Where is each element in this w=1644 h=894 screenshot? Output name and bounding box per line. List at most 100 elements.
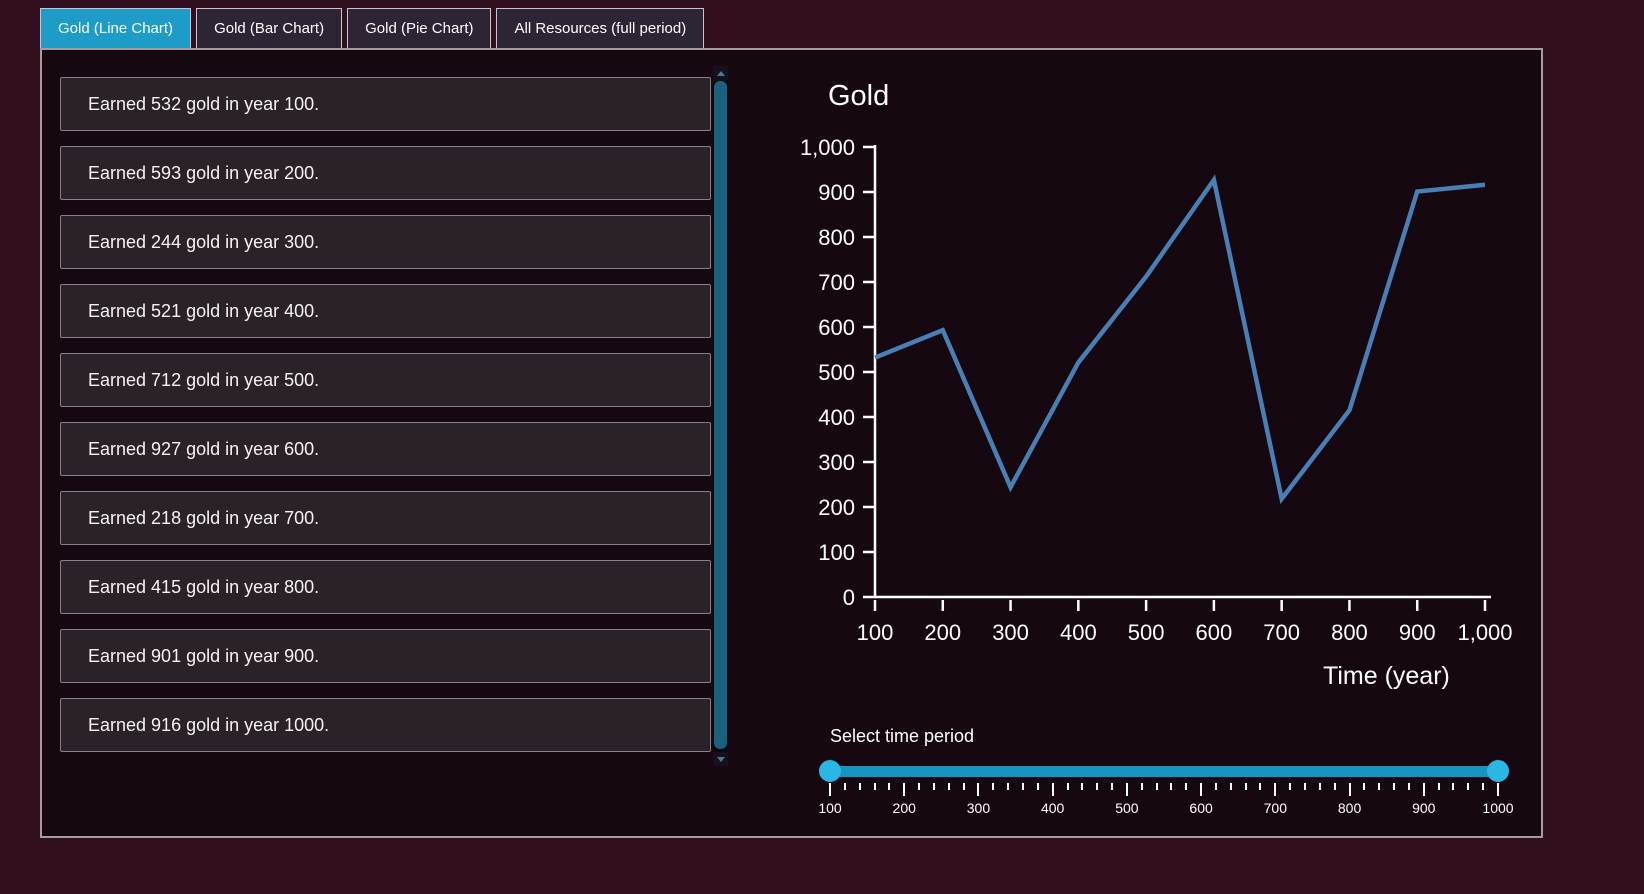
ruler-tick (1259, 783, 1261, 790)
tab-gold-bar-chart[interactable]: Gold (Bar Chart) (196, 8, 342, 48)
tab-all-resources[interactable]: All Resources (full period) (496, 8, 704, 48)
event-log-list: Earned 532 gold in year 100. Earned 593 g… (60, 77, 711, 767)
ruler-tick (1289, 783, 1291, 790)
ruler-tick-label: 200 (893, 800, 916, 816)
ruler-tick (1156, 783, 1158, 790)
x-tick-label: 500 (1128, 620, 1165, 645)
y-tick-label: 200 (818, 495, 855, 520)
y-tick-label: 100 (818, 540, 855, 565)
x-tick-label: 200 (924, 620, 961, 645)
line-chart: 01002003004005006007008009001,0001002003… (742, 90, 1532, 670)
ruler-tick (1007, 783, 1009, 790)
chart-axes (875, 145, 1491, 597)
ruler-tick (829, 783, 831, 796)
ruler-tick-label: 400 (1041, 800, 1064, 816)
ruler-tick (963, 783, 965, 790)
y-tick-label: 400 (818, 405, 855, 430)
x-tick-label: 300 (992, 620, 1029, 645)
ruler-tick-label: 300 (967, 800, 990, 816)
x-tick-label: 700 (1263, 620, 1300, 645)
ruler-tick-label: 700 (1264, 800, 1287, 816)
ruler-tick (1482, 783, 1484, 790)
ruler-tick (1245, 783, 1247, 790)
log-entry: Earned 244 gold in year 300. (60, 215, 711, 269)
ruler-tick (1334, 783, 1336, 790)
ruler-tick (1467, 783, 1469, 790)
ruler-tick (1022, 783, 1024, 790)
y-tick-label: 600 (818, 315, 855, 340)
y-tick-label: 900 (818, 180, 855, 205)
log-entry: Earned 712 gold in year 500. (60, 353, 711, 407)
main-panel: Earned 532 gold in year 100. Earned 593 g… (40, 48, 1543, 838)
ruler-tick (1497, 783, 1499, 796)
ruler-tick-label: 600 (1189, 800, 1212, 816)
log-entry: Earned 901 gold in year 900. (60, 629, 711, 683)
ruler-tick (1200, 783, 1202, 796)
ruler-tick (874, 783, 876, 790)
tab-gold-pie-chart[interactable]: Gold (Pie Chart) (347, 8, 491, 48)
ruler-tick-label: 800 (1338, 800, 1361, 816)
slider-handle-high[interactable] (1487, 760, 1509, 782)
log-entry: Earned 415 gold in year 800. (60, 560, 711, 614)
ruler-tick (903, 783, 905, 796)
ruler-tick-label: 100 (818, 800, 841, 816)
scroll-up-button[interactable] (713, 66, 728, 80)
log-entry: Earned 521 gold in year 400. (60, 284, 711, 338)
y-tick-label: 300 (818, 450, 855, 475)
log-entry: Earned 927 gold in year 600. (60, 422, 711, 476)
ruler-tick (1423, 783, 1425, 796)
ruler-tick (1230, 783, 1232, 790)
log-entry: Earned 218 gold in year 700. (60, 491, 711, 545)
ruler-tick-label: 900 (1412, 800, 1435, 816)
ruler-tick (1081, 783, 1083, 790)
scrollbar-thumb[interactable] (714, 81, 727, 749)
slider-ruler: 1002003004005006007008009001000 (820, 783, 1508, 823)
ruler-tick (1170, 783, 1172, 790)
x-tick-label: 900 (1399, 620, 1436, 645)
ruler-tick (1349, 783, 1351, 796)
triangle-down-icon (717, 757, 725, 762)
x-tick-label: 400 (1060, 620, 1097, 645)
y-tick-label: 1,000 (800, 135, 855, 160)
ruler-tick (1438, 783, 1440, 790)
x-tick-label: 600 (1196, 620, 1233, 645)
slider-track[interactable] (820, 766, 1508, 777)
ruler-tick (1408, 783, 1410, 790)
ruler-tick (859, 783, 861, 790)
ruler-tick (1126, 783, 1128, 796)
scroll-down-button[interactable] (713, 752, 728, 766)
ruler-tick (977, 783, 979, 796)
ruler-tick-label: 500 (1115, 800, 1138, 816)
ruler-tick-label: 1000 (1482, 800, 1513, 816)
tab-gold-line-chart[interactable]: Gold (Line Chart) (40, 8, 191, 48)
ruler-tick (1215, 783, 1217, 790)
x-tick-label: 800 (1331, 620, 1368, 645)
ruler-tick (948, 783, 950, 790)
ruler-tick (1304, 783, 1306, 790)
ruler-tick (1052, 783, 1054, 796)
slider-label: Select time period (830, 726, 974, 747)
y-tick-label: 700 (818, 270, 855, 295)
ruler-tick (888, 783, 890, 790)
x-axis-title: Time (year) (1323, 662, 1450, 691)
ruler-tick (1096, 783, 1098, 790)
log-entry: Earned 532 gold in year 100. (60, 77, 711, 131)
ruler-tick (1185, 783, 1187, 790)
ruler-tick (1363, 783, 1365, 790)
ruler-tick (1274, 783, 1276, 796)
y-tick-label: 800 (818, 225, 855, 250)
ruler-tick (1037, 783, 1039, 790)
ruler-tick (918, 783, 920, 790)
ruler-tick (933, 783, 935, 790)
ruler-tick (1319, 783, 1321, 790)
slider-handle-low[interactable] (819, 760, 841, 782)
gold-line-series (875, 180, 1485, 499)
ruler-tick (1393, 783, 1395, 790)
ruler-tick (1452, 783, 1454, 790)
y-tick-label: 500 (818, 360, 855, 385)
ruler-tick (992, 783, 994, 790)
scrollbar[interactable] (713, 66, 728, 766)
log-entry: Earned 593 gold in year 200. (60, 146, 711, 200)
tab-bar: Gold (Line Chart) Gold (Bar Chart) Gold … (40, 8, 704, 48)
x-tick-label: 1,000 (1457, 620, 1512, 645)
